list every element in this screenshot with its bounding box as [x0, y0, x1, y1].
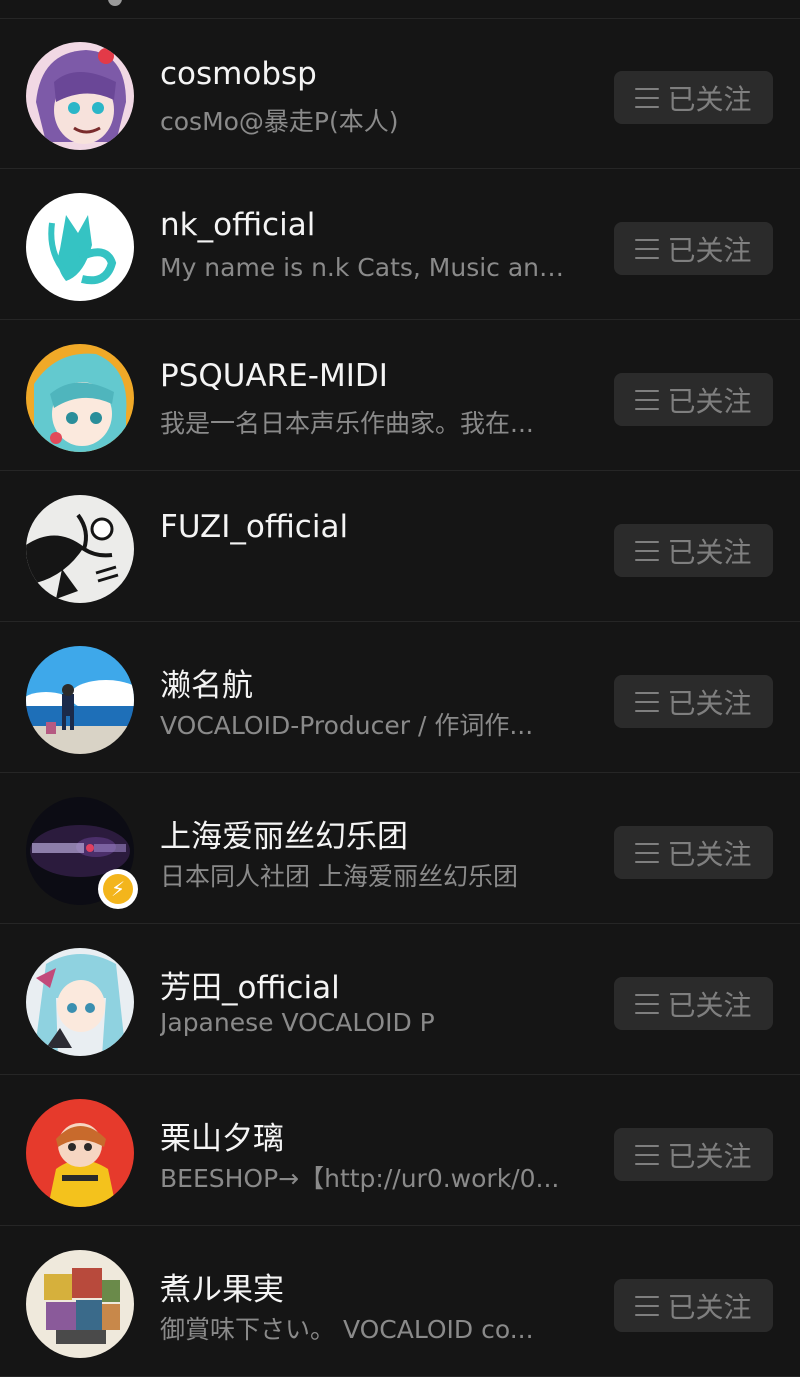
user-description: 我是一名日本声乐作曲家。我在... — [160, 409, 534, 438]
following-button[interactable]: 已关注 — [614, 1128, 773, 1181]
avatar[interactable] — [26, 646, 134, 754]
list-item[interactable]: 濑名航 VOCALOID-Producer / 作词作... 已关注 — [0, 622, 800, 773]
lightning-icon: ⚡ — [103, 874, 133, 904]
following-button-label: 已关注 — [667, 384, 752, 418]
menu-icon — [635, 691, 660, 712]
following-button[interactable]: 已关注 — [614, 1279, 773, 1332]
user-description: BEESHOP→【http://ur0.work/0... — [160, 1164, 560, 1193]
avatar[interactable] — [26, 495, 134, 603]
user-name: 上海爱丽丝幻乐团 — [160, 819, 408, 855]
list-item[interactable]: ⚡ 上海爱丽丝幻乐团 日本同人社团 上海爱丽丝幻乐团 已关注 — [0, 773, 800, 924]
user-description: 御賞味下さい。 VOCALOID co... — [160, 1315, 534, 1344]
avatar[interactable] — [26, 948, 134, 1056]
previous-row-edge — [0, 0, 800, 19]
list-item[interactable]: PSQUARE-MIDI 我是一名日本声乐作曲家。我在... 已关注 — [0, 320, 800, 471]
user-name: 芳田_official — [160, 970, 340, 1006]
list-item[interactable]: 煮ル果実 御賞味下さい。 VOCALOID co... 已关注 — [0, 1226, 800, 1377]
follow-list: cosmobsp cosMo@暴走P(本人) 已关注 nk_official M… — [0, 18, 800, 1377]
menu-icon — [635, 389, 660, 410]
following-button[interactable]: 已关注 — [614, 71, 773, 124]
avatar[interactable] — [26, 1250, 134, 1358]
following-button[interactable]: 已关注 — [614, 977, 773, 1030]
following-button[interactable]: 已关注 — [614, 373, 773, 426]
following-button-label: 已关注 — [667, 1139, 752, 1173]
list-item[interactable]: FUZI_official 已关注 — [0, 471, 800, 622]
following-button[interactable]: 已关注 — [614, 675, 773, 728]
following-button-label: 已关注 — [667, 535, 752, 569]
user-name: 濑名航 — [160, 668, 253, 704]
menu-icon — [635, 1295, 660, 1316]
list-item[interactable]: cosmobsp cosMo@暴走P(本人) 已关注 — [0, 18, 800, 169]
following-button-label: 已关注 — [667, 82, 752, 116]
menu-icon — [635, 1144, 660, 1165]
menu-icon — [635, 993, 660, 1014]
avatar[interactable] — [26, 42, 134, 150]
user-description: 日本同人社团 上海爱丽丝幻乐团 — [160, 862, 518, 891]
user-name: PSQUARE-MIDI — [160, 358, 388, 394]
user-description: VOCALOID-Producer / 作词作... — [160, 711, 534, 740]
verified-badge: ⚡ — [98, 869, 138, 909]
menu-icon — [635, 842, 660, 863]
user-description: cosMo@暴走P(本人) — [160, 107, 399, 136]
user-description: Japanese VOCALOID P — [160, 1008, 435, 1037]
following-button-label: 已关注 — [667, 233, 752, 267]
avatar[interactable] — [26, 344, 134, 452]
list-item[interactable]: nk_official My name is n.k Cats, Music a… — [0, 169, 800, 320]
list-item[interactable]: 芳田_official Japanese VOCALOID P 已关注 — [0, 924, 800, 1075]
following-button-label: 已关注 — [667, 686, 752, 720]
menu-icon — [635, 87, 660, 108]
user-name: 栗山夕璃 — [160, 1121, 284, 1157]
list-item[interactable]: 栗山夕璃 BEESHOP→【http://ur0.work/0... 已关注 — [0, 1075, 800, 1226]
avatar[interactable] — [26, 1099, 134, 1207]
following-button[interactable]: 已关注 — [614, 222, 773, 275]
user-name: nk_official — [160, 207, 316, 243]
user-name: 煮ル果実 — [160, 1272, 284, 1308]
menu-icon — [635, 238, 660, 259]
following-button[interactable]: 已关注 — [614, 524, 773, 577]
scroll-fragment — [108, 0, 122, 6]
user-name: FUZI_official — [160, 509, 349, 545]
user-name: cosmobsp — [160, 56, 317, 92]
following-button-label: 已关注 — [667, 988, 752, 1022]
avatar[interactable] — [26, 193, 134, 301]
following-button-label: 已关注 — [667, 1290, 752, 1324]
user-description: My name is n.k Cats, Music and... — [160, 253, 570, 282]
following-button[interactable]: 已关注 — [614, 826, 773, 879]
following-button-label: 已关注 — [667, 837, 752, 871]
menu-icon — [635, 540, 660, 561]
